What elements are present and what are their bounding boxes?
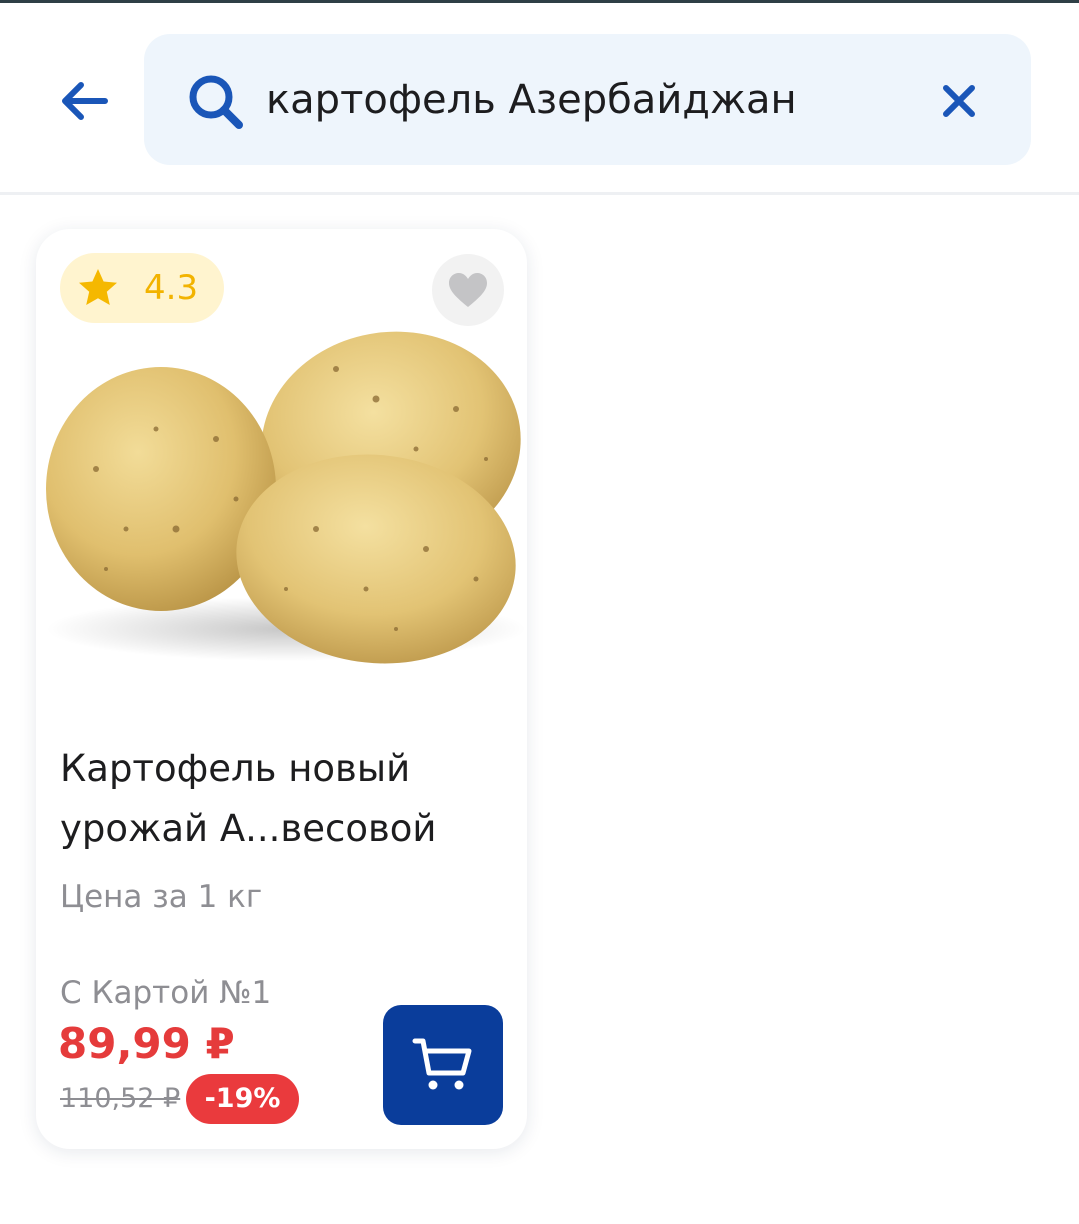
- loyalty-card-label: С Картой №1: [60, 975, 272, 1011]
- search-results-page: 4.3: [0, 0, 1079, 1224]
- back-button[interactable]: [50, 68, 116, 134]
- discount-badge: -19%: [186, 1074, 299, 1124]
- close-icon: [943, 85, 975, 117]
- arrow-left-icon: [62, 82, 108, 120]
- favorite-button[interactable]: [432, 254, 504, 326]
- heart-icon: [449, 273, 487, 307]
- search-bar[interactable]: [144, 34, 1031, 165]
- search-icon: [189, 75, 243, 129]
- search-input[interactable]: [266, 64, 916, 136]
- current-price: 89,99 ₽: [58, 1019, 235, 1068]
- search-header: [0, 3, 1079, 193]
- product-image: [46, 331, 526, 664]
- price-unit: Цена за 1 кг: [60, 879, 263, 915]
- product-card[interactable]: 4.3 Картофель новый урожай А...весовой Ц…: [36, 229, 527, 1149]
- add-to-cart-button[interactable]: [383, 1005, 503, 1125]
- clear-search-button[interactable]: [930, 72, 988, 130]
- cart-icon: [412, 1038, 472, 1090]
- header-divider: [0, 192, 1079, 195]
- product-name[interactable]: Картофель новый урожай А...весовой: [60, 739, 510, 859]
- old-price: 110,52 ₽: [60, 1083, 181, 1114]
